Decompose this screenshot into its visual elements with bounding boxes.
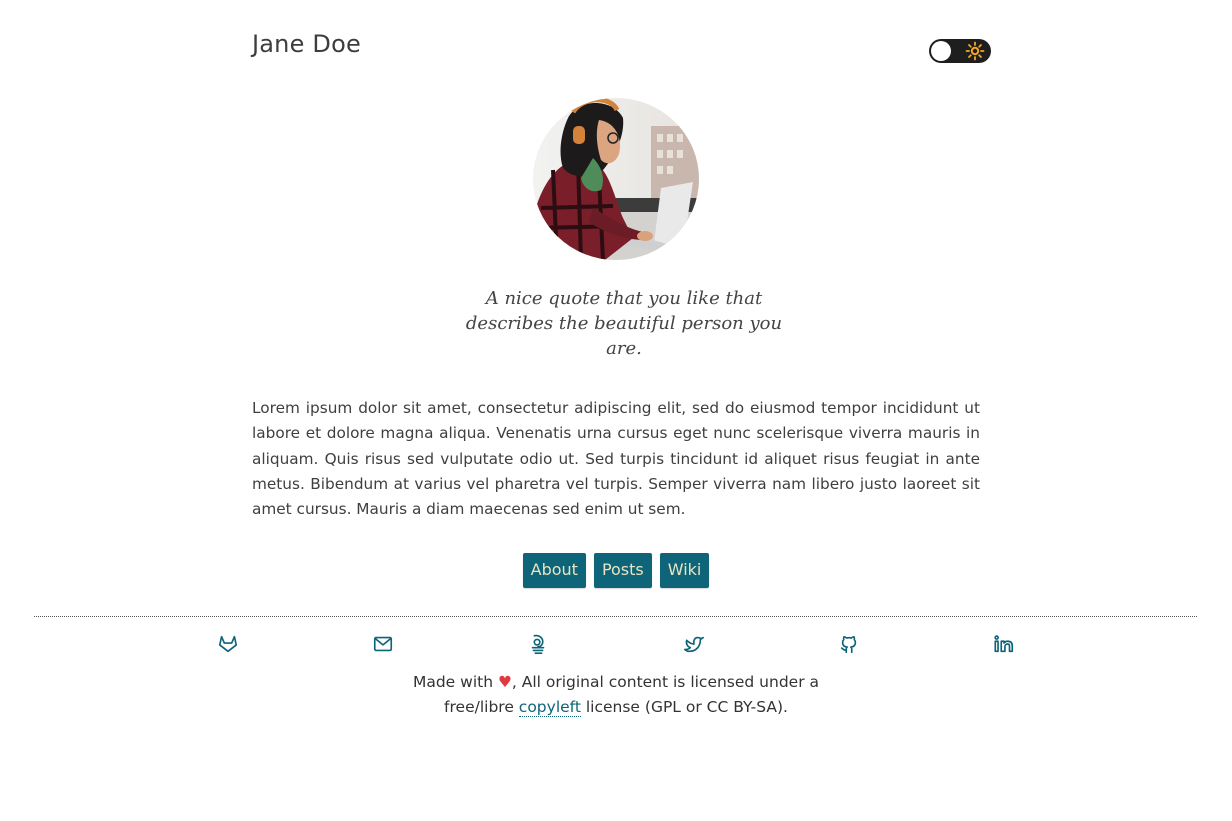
heart-icon: ♥ xyxy=(497,673,512,691)
copyleft-link[interactable]: copyleft xyxy=(518,698,581,717)
github-link[interactable] xyxy=(838,633,860,655)
site-header: Jane Doe xyxy=(252,30,991,70)
footer-made-with: Made with xyxy=(412,673,494,691)
avatar-photo xyxy=(533,98,699,260)
mail-link[interactable] xyxy=(372,633,394,655)
keybase-icon xyxy=(531,634,545,654)
sun-icon xyxy=(965,41,985,61)
toggle-knob xyxy=(931,41,951,61)
main-nav: About Posts Wiki xyxy=(0,553,1232,588)
footer-text-part2: license (GPL or CC BY-SA). xyxy=(585,698,788,716)
gitlab-link[interactable] xyxy=(217,633,239,655)
github-icon xyxy=(840,636,857,654)
gitlab-icon xyxy=(218,635,238,653)
profile-bio: Lorem ipsum dolor sit amet, consectetur … xyxy=(252,399,980,519)
nav-wiki-button[interactable]: Wiki xyxy=(659,553,710,588)
linkedin-link[interactable] xyxy=(993,633,1015,655)
footer-divider xyxy=(34,616,1197,617)
footer-license: Made with ♥, All original content is lic… xyxy=(380,670,852,720)
profile-quote: A nice quote that you like that describe… xyxy=(465,288,783,359)
theme-toggle[interactable] xyxy=(929,39,991,63)
twitter-link[interactable] xyxy=(683,633,705,655)
mail-icon xyxy=(373,636,393,652)
nav-posts-button[interactable]: Posts xyxy=(593,553,652,588)
avatar xyxy=(533,98,699,260)
keybase-link[interactable] xyxy=(527,633,549,655)
twitter-icon xyxy=(684,636,704,653)
linkedin-icon xyxy=(994,635,1014,653)
nav-about-button[interactable]: About xyxy=(522,553,586,588)
social-links xyxy=(0,633,1232,655)
site-title[interactable]: Jane Doe xyxy=(252,30,361,58)
